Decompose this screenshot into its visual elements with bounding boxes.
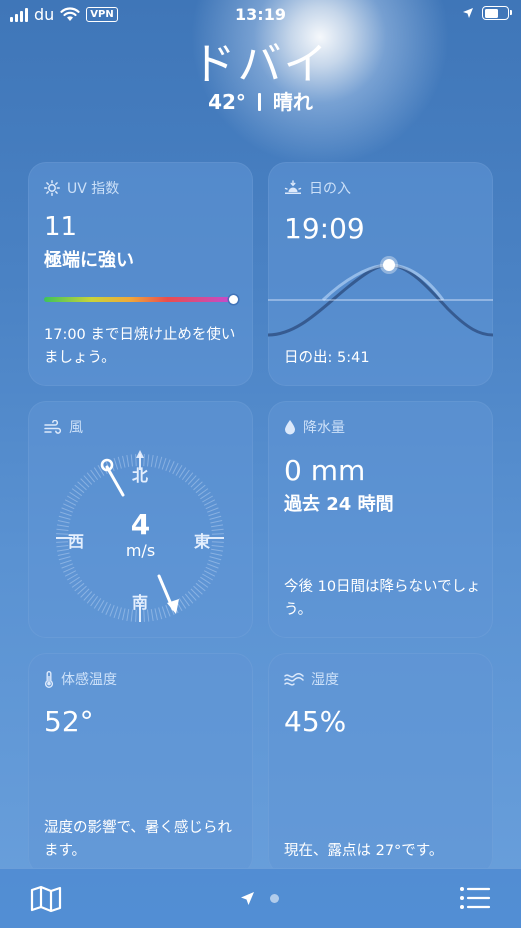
current-temperature: 42° — [208, 90, 246, 114]
compass-tick — [165, 459, 171, 471]
compass-tick — [154, 608, 158, 621]
compass-tick — [113, 606, 119, 619]
humidity-value: 45% — [284, 705, 347, 738]
battery-icon — [482, 6, 512, 20]
separator — [257, 93, 261, 111]
precip-period: 過去 24 時間 — [284, 494, 394, 515]
compass-tick — [161, 457, 167, 470]
map-icon[interactable] — [30, 885, 62, 913]
compass-tick — [126, 454, 130, 467]
status-bar: du VPN 13:19 — [0, 0, 521, 30]
uv-note: 17:00 まで日焼け止めを使いましょう。 — [44, 327, 236, 366]
sunset-icon — [284, 180, 302, 195]
feels-card-title: 体感温度 — [44, 669, 117, 689]
compass-north: 北 — [132, 466, 149, 485]
location-services-icon — [463, 8, 473, 18]
wind-card[interactable]: 風 北 南 西 東 4 m/s — [28, 401, 253, 638]
compass-tick — [207, 563, 219, 569]
compass-tick — [122, 608, 126, 621]
feels-like-note: 湿度の影響で、暑く感じられます。 — [44, 820, 232, 859]
compass-tick — [165, 605, 171, 617]
uv-value: 11 — [44, 212, 78, 242]
sunset-card-title: 日の入 — [284, 178, 351, 198]
compass-tick — [122, 455, 126, 468]
precipitation-card[interactable]: 降水量 0 mm 過去 24 時間 今後 10日間は降らないでしょう。 — [268, 401, 493, 638]
compass-tick — [117, 607, 122, 620]
humidity-title-label: 湿度 — [311, 672, 339, 688]
precip-title-label: 降水量 — [303, 420, 345, 436]
feels-title-label: 体感温度 — [61, 672, 117, 688]
compass-tick — [126, 609, 130, 622]
compass-tick — [205, 566, 217, 573]
location-arrow-icon[interactable] — [240, 891, 255, 906]
bottom-toolbar — [0, 868, 521, 928]
compass-tick — [203, 570, 216, 577]
uv-index-card[interactable]: UV 指数 11 極端に強い 17:00 まで日焼け止めを使いましょう。 — [28, 162, 253, 386]
humidity-card-title: 湿度 — [284, 669, 339, 689]
compass-tick — [105, 603, 112, 615]
uv-indicator-dot — [229, 295, 238, 304]
precip-note: 今後 10日間は降らないでしょう。 — [284, 579, 481, 618]
uv-title-label: UV 指数 — [67, 181, 120, 197]
thermometer-icon — [44, 670, 54, 688]
drop-icon — [285, 420, 295, 435]
sunset-time: 19:09 — [284, 212, 365, 245]
wind-unit: m/s — [125, 541, 156, 560]
compass-tick — [109, 605, 115, 617]
humidity-note: 現在、露点は 27°です。 — [284, 843, 444, 859]
compass-tick — [61, 563, 73, 569]
sun-path-curve — [268, 256, 493, 337]
status-right — [462, 6, 512, 20]
compass-tick — [172, 462, 179, 475]
wind-speed: 4 — [130, 508, 151, 541]
compass-tick — [64, 499, 77, 506]
page-indicator-dot[interactable] — [270, 894, 279, 903]
compass-tick — [59, 559, 72, 565]
sunset-title-label: 日の入 — [309, 181, 351, 197]
compass-tick — [113, 457, 119, 470]
uv-card-title: UV 指数 — [44, 178, 119, 198]
current-conditions: 42° 晴れ — [0, 86, 521, 115]
humidity-icon — [284, 673, 304, 686]
uv-level: 極端に強い — [44, 250, 134, 271]
list-icon[interactable] — [459, 885, 491, 911]
uv-gradient-bar — [44, 297, 234, 302]
current-condition: 晴れ — [272, 90, 313, 114]
compass-tick — [168, 461, 175, 473]
compass-tick — [150, 454, 154, 467]
sun-icon — [44, 180, 60, 196]
compass-south: 南 — [132, 593, 149, 612]
compass-tick — [158, 456, 163, 469]
compass-tick — [154, 455, 158, 468]
compass-tick — [158, 607, 163, 620]
compass-tick — [63, 566, 75, 573]
compass-tick — [64, 570, 77, 577]
status-time: 13:19 — [235, 5, 286, 24]
sunrise-time: 日の出: 5:41 — [284, 350, 370, 366]
humidity-card[interactable]: 湿度 45% 現在、露点は 27°です。 — [268, 653, 493, 875]
city-name: ドバイ — [191, 39, 330, 90]
compass-tick — [101, 601, 108, 614]
sunset-card[interactable]: 日の入 19:09 日の出: 5:41 — [268, 162, 493, 386]
compass-tick — [117, 456, 122, 469]
compass-tick — [150, 609, 154, 622]
compass-tick — [203, 499, 216, 506]
compass-tick — [161, 606, 167, 619]
compass-tick — [208, 559, 221, 565]
precip-card-title: 降水量 — [284, 417, 345, 437]
precip-amount: 0 mm — [284, 454, 366, 487]
feels-like-value: 52° — [44, 705, 94, 738]
feels-like-card[interactable]: 体感温度 52° 湿度の影響で、暑く感じられます。 — [28, 653, 253, 875]
